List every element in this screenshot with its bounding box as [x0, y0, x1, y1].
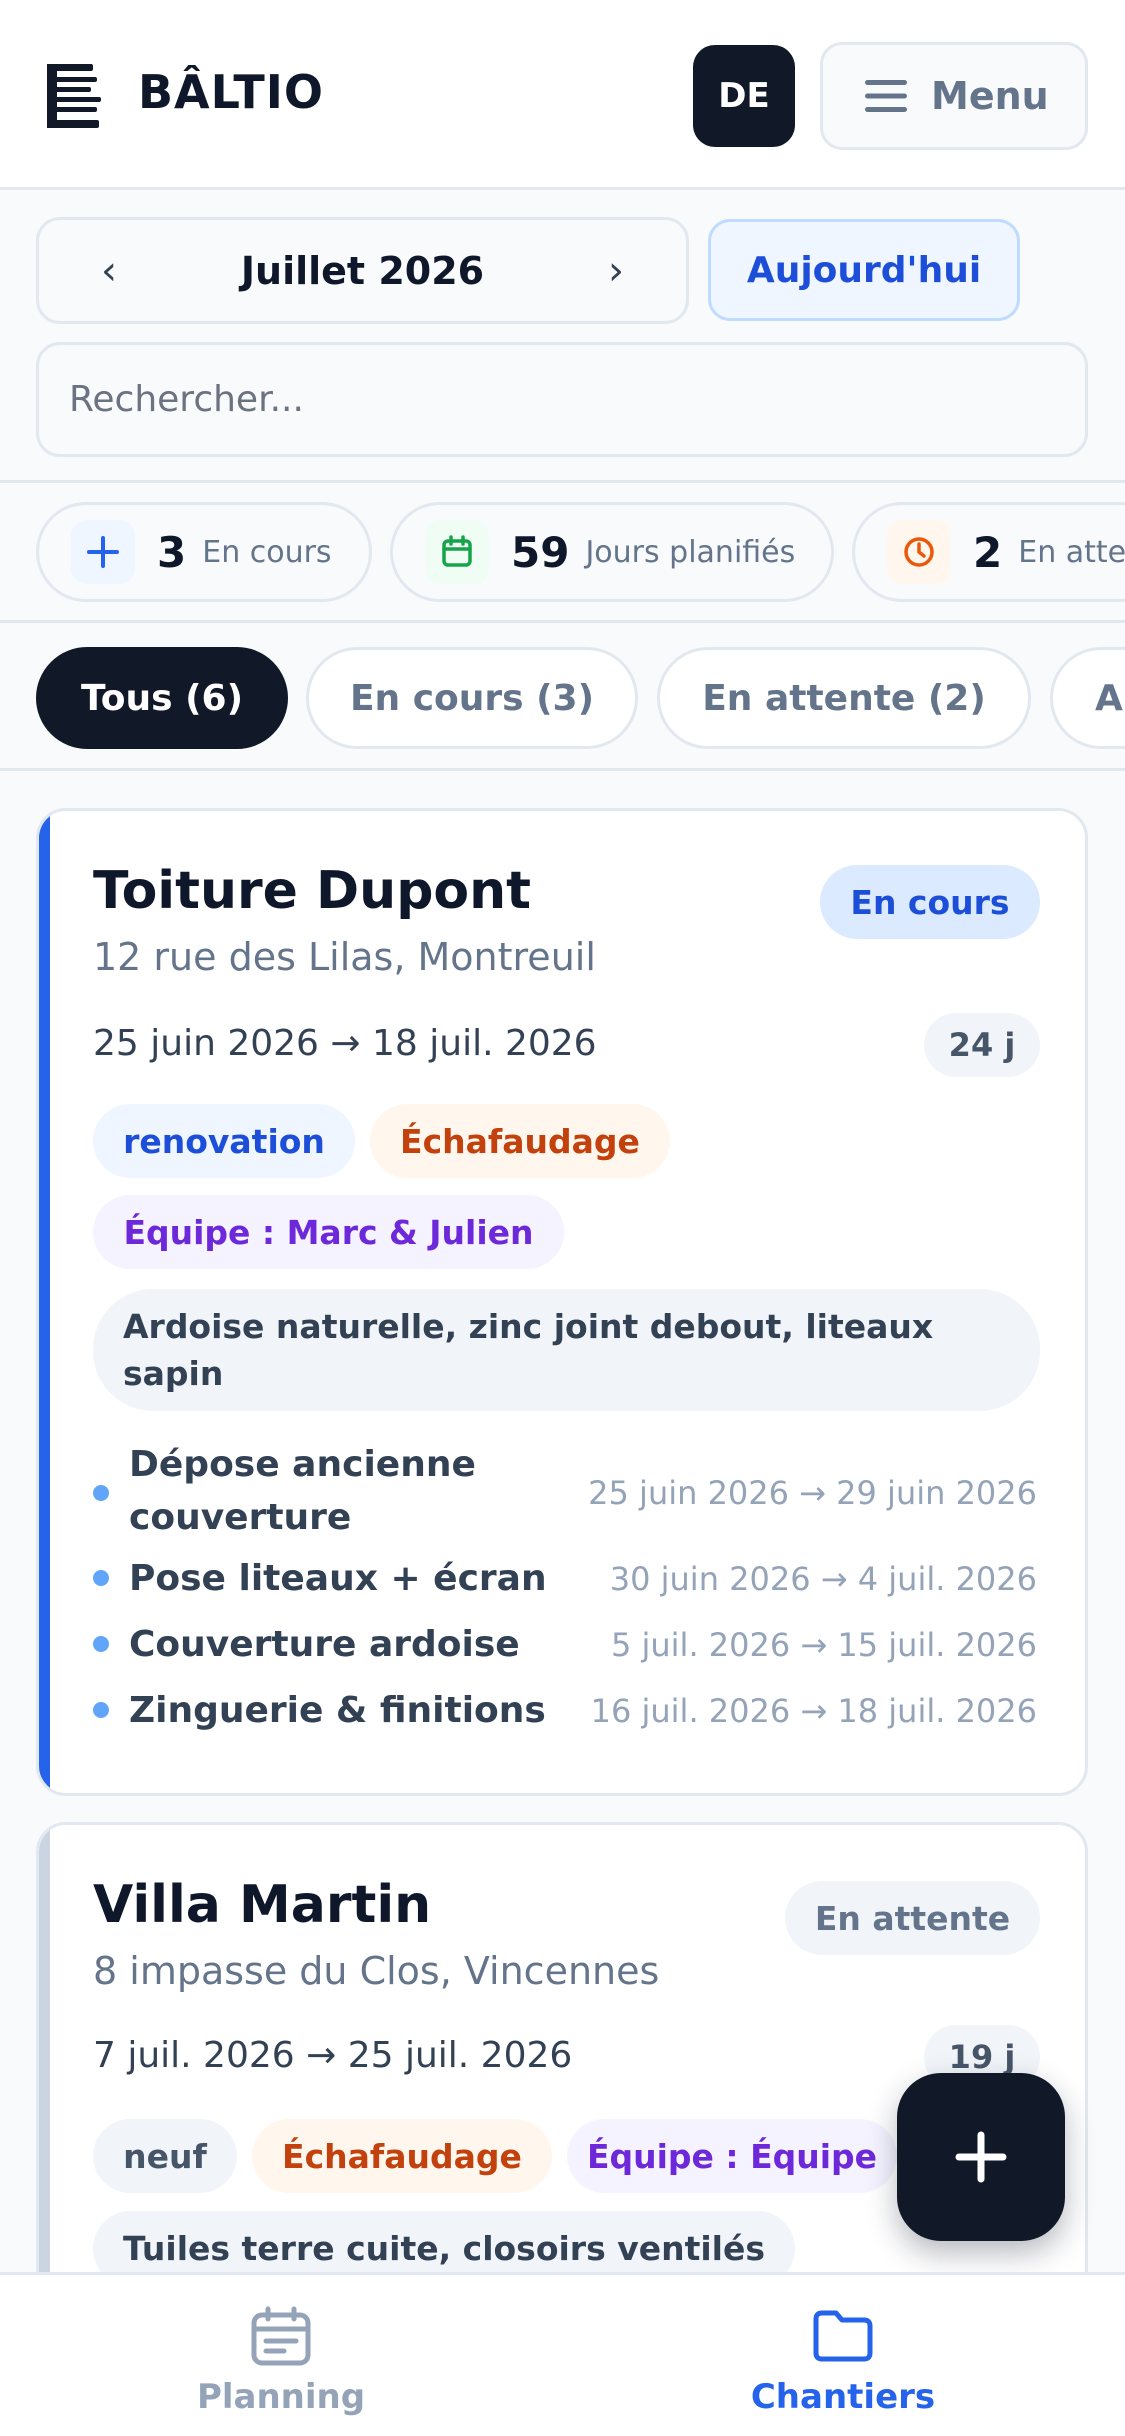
project-address: 12 rue des Lilas, Montreuil	[93, 935, 596, 979]
language-button[interactable]: DE	[693, 45, 795, 147]
search-input[interactable]	[36, 342, 1088, 457]
stat-label: En attente	[1018, 534, 1125, 570]
menu-button[interactable]: Menu	[820, 42, 1088, 150]
filter-archives[interactable]: A	[1050, 647, 1125, 749]
stat-jours-planifies[interactable]: 59 Jours planifiés	[390, 502, 834, 602]
status-badge: En attente	[785, 1881, 1040, 1955]
filter-en-cours[interactable]: En cours (3)	[306, 647, 638, 749]
materials-note: Ardoise naturelle, zinc joint debout, li…	[93, 1289, 1040, 1411]
project-address: 8 impasse du Clos, Vincennes	[93, 1949, 660, 1993]
status-accent	[39, 1825, 50, 2339]
app-header: BÂLTIO DE Menu	[0, 0, 1125, 190]
phase-item: Pose liteaux + écran 30 juin 2026 → 4 ju…	[93, 1548, 1037, 1608]
menu-label: Menu	[931, 74, 1049, 118]
bottom-navigation: Planning Chantiers	[0, 2272, 1125, 2436]
nav-label: Planning	[196, 2377, 366, 2417]
plus-icon	[71, 520, 135, 584]
stat-label: Jours planifiés	[585, 534, 796, 570]
hamburger-icon	[865, 80, 907, 112]
plus-icon	[955, 2131, 1007, 2183]
status-badge: En cours	[820, 865, 1040, 939]
calendar-icon	[251, 2306, 311, 2366]
phase-dot	[93, 1485, 109, 1501]
stat-value: 2	[973, 527, 1003, 577]
add-project-button[interactable]	[897, 2073, 1065, 2241]
nav-label: Chantiers	[750, 2377, 936, 2417]
tag-equipment: Échafaudage	[370, 1104, 670, 1178]
project-dates: 25 juin 2026 → 18 juil. 2026	[93, 1023, 597, 1064]
project-title: Toiture Dupont	[93, 861, 532, 921]
phase-dates: 25 juin 2026 → 29 juin 2026	[588, 1474, 1037, 1512]
phase-name: Dépose ancienne couverture	[129, 1444, 476, 1538]
logo-icon	[47, 64, 101, 128]
project-dates: 7 juil. 2026 → 25 juil. 2026	[93, 2035, 573, 2076]
project-card[interactable]: Toiture Dupont 12 rue des Lilas, Montreu…	[36, 808, 1088, 1796]
tag-type: renovation	[93, 1104, 355, 1178]
folder-icon	[813, 2310, 873, 2362]
phase-name: Couverture ardoise	[129, 1624, 520, 1665]
tag-type: neuf	[93, 2119, 237, 2193]
status-accent	[39, 811, 50, 1793]
phase-item: Dépose ancienne couverture 25 juin 2026 …	[93, 1438, 1037, 1548]
stats-bar: 3 En cours 59 Jours planifiés 2 En atten…	[0, 483, 1125, 623]
clock-icon	[887, 520, 951, 584]
phase-dot	[93, 1702, 109, 1718]
project-title: Villa Martin	[93, 1875, 432, 1935]
filter-tous[interactable]: Tous (6)	[36, 647, 288, 749]
phase-item: Zinguerie & finitions 16 juil. 2026 → 18…	[93, 1680, 1037, 1740]
tag-equipment: Échafaudage	[252, 2119, 552, 2193]
tag-team: Équipe : Marc & Julien	[93, 1195, 564, 1269]
month-toolbar: Juillet 2026 ‹ › Aujourd'hui	[0, 193, 1125, 483]
phase-name: Pose liteaux + écran	[129, 1558, 547, 1599]
phase-dot	[93, 1636, 109, 1652]
stat-en-attente[interactable]: 2 En attente	[852, 502, 1125, 602]
stat-value: 3	[157, 527, 187, 577]
phase-item: Couverture ardoise 5 juil. 2026 → 15 jui…	[93, 1614, 1037, 1674]
nav-planning[interactable]: Planning	[0, 2275, 562, 2436]
brand-name: BÂLTIO	[138, 65, 324, 119]
phase-dates: 5 juil. 2026 → 15 juil. 2026	[610, 1626, 1037, 1664]
phase-dates: 16 juil. 2026 → 18 juil. 2026	[590, 1692, 1037, 1730]
stat-value: 59	[511, 527, 570, 577]
calendar-icon	[425, 520, 489, 584]
stat-en-cours[interactable]: 3 En cours	[36, 502, 372, 602]
filter-tabs: Tous (6) En cours (3) En attente (2) A	[0, 623, 1125, 771]
phase-name: Zinguerie & finitions	[129, 1690, 546, 1731]
stat-label: En cours	[202, 534, 332, 570]
phase-dates: 30 juin 2026 → 4 juil. 2026	[609, 1560, 1037, 1598]
tag-team: Équipe : Équipe	[567, 2119, 897, 2193]
filter-en-attente[interactable]: En attente (2)	[657, 647, 1031, 749]
previous-month-button[interactable]: ‹	[69, 220, 149, 321]
today-button[interactable]: Aujourd'hui	[708, 219, 1020, 321]
next-month-button[interactable]: ›	[576, 220, 656, 321]
duration-badge: 24 j	[924, 1013, 1040, 1077]
phase-dot	[93, 1570, 109, 1586]
nav-chantiers[interactable]: Chantiers	[562, 2275, 1124, 2436]
month-navigator: Juillet 2026 ‹ ›	[36, 217, 689, 324]
